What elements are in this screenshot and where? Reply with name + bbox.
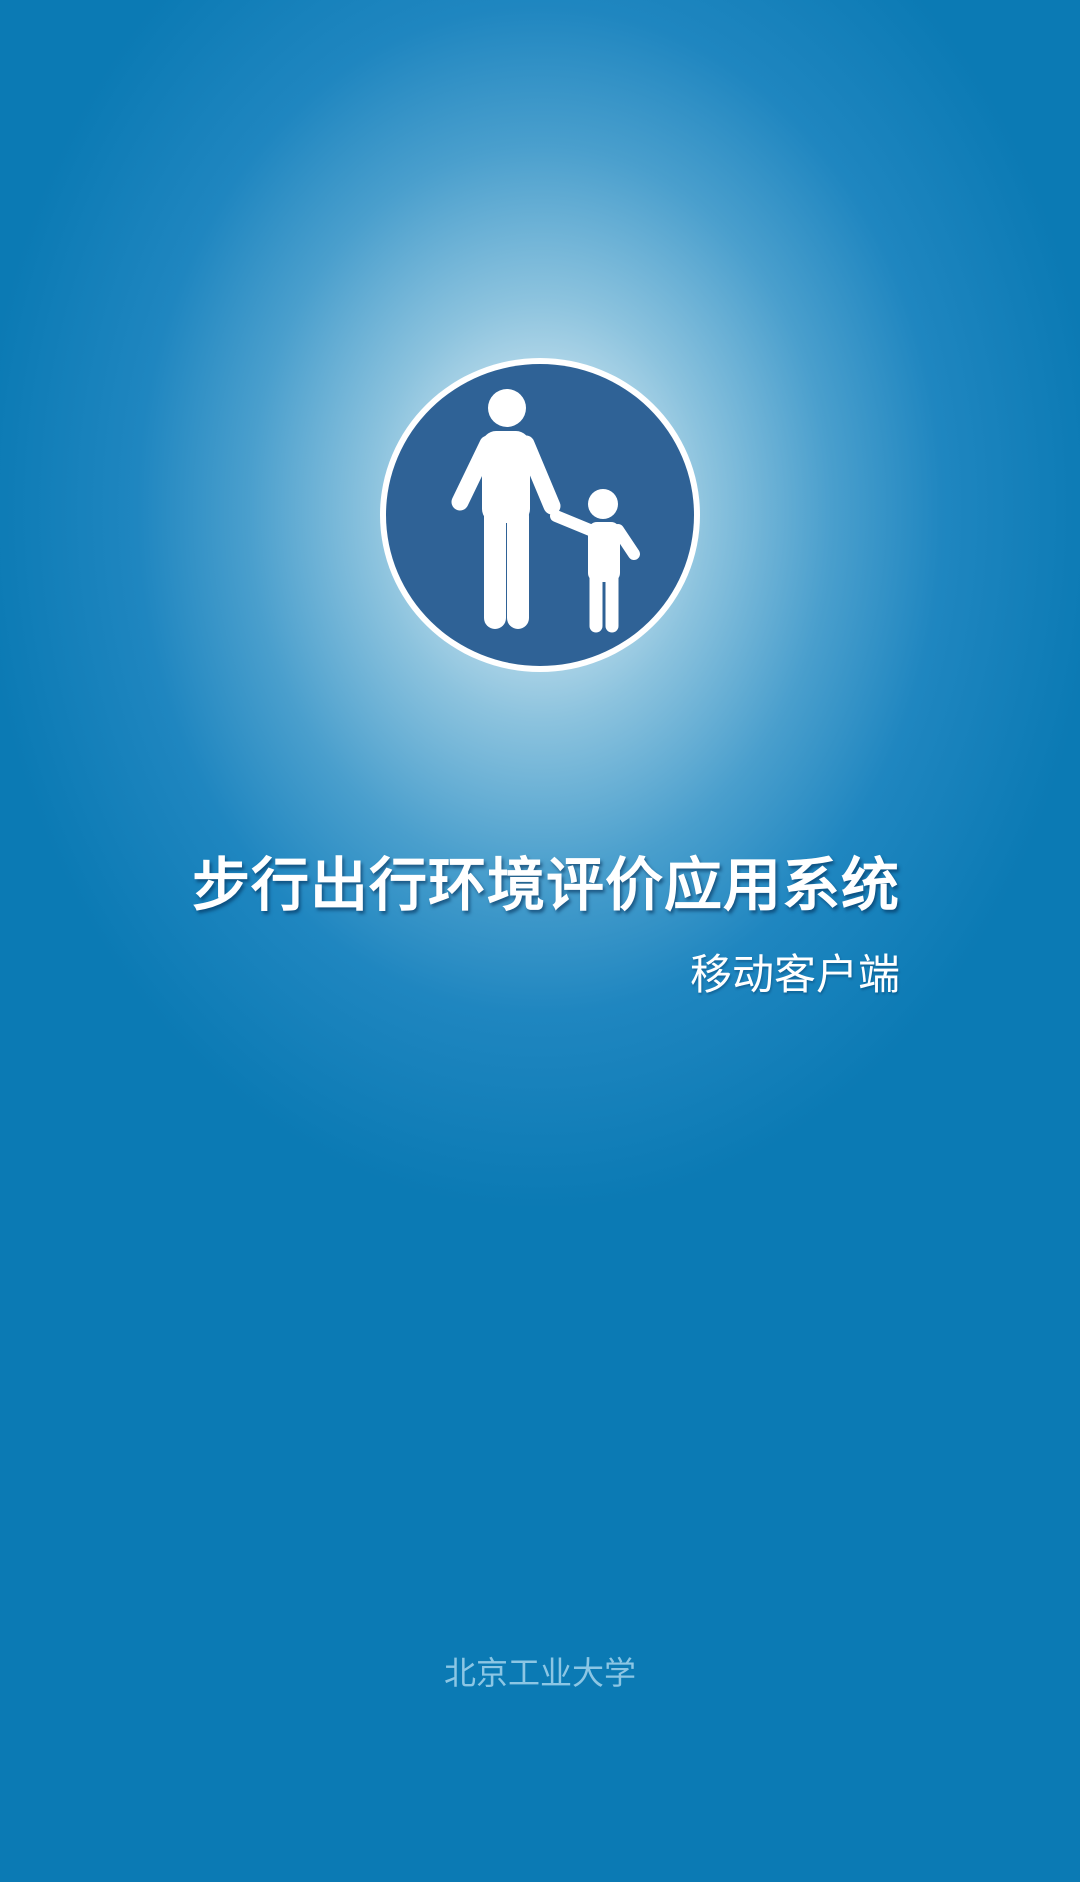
app-title: 步行出行环境评价应用系统 — [191, 851, 900, 919]
app-subtitle: 移动客户端 — [689, 950, 900, 999]
pedestrian-adult-child-icon — [378, 356, 702, 674]
splash-screen: 步行出行环境评价应用系统 移动客户端 北京工业大学 — [0, 0, 1080, 1882]
organization-name: 北京工业大学 — [443, 1654, 636, 1692]
